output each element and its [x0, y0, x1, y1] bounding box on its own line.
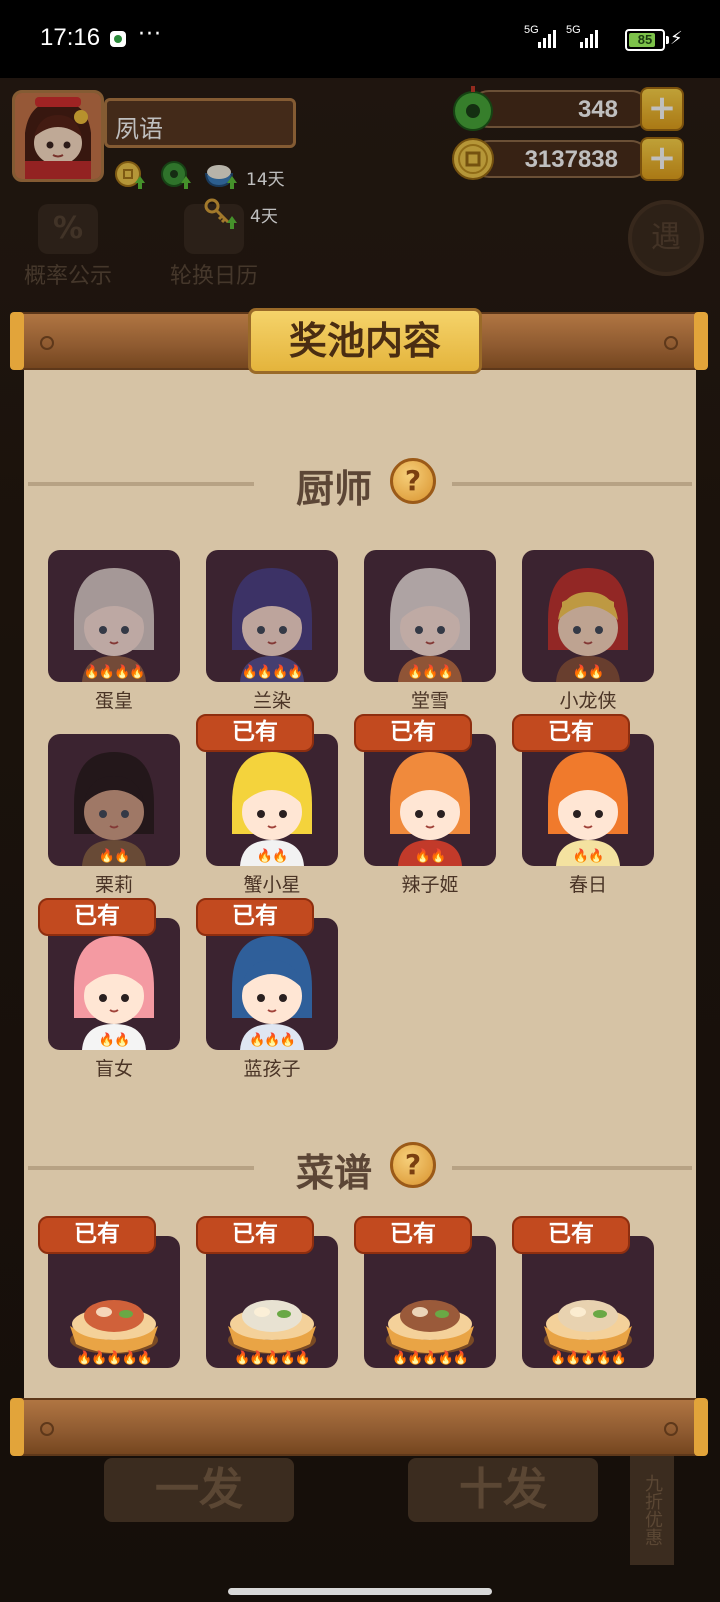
chef-card[interactable]: 🔥🔥: [48, 918, 180, 1050]
owned-badge: 已有: [38, 898, 156, 936]
rarity-stars: 🔥🔥🔥🔥🔥: [392, 1351, 469, 1366]
recipe-card[interactable]: 🔥🔥🔥🔥🔥: [48, 1236, 180, 1368]
rarity-stars: 🔥🔥🔥🔥🔥: [76, 1351, 153, 1366]
battery-level: 85: [637, 32, 653, 47]
status-bar: 17:16 ··· 5G 5G 85 ⚡: [0, 0, 720, 78]
chef-help-button[interactable]: ?: [390, 458, 436, 504]
rarity-stars: 🔥🔥: [98, 849, 130, 864]
divider-right: [452, 1166, 692, 1170]
more-notifications-icon: ···: [138, 22, 162, 47]
discount-tag: 九折优惠: [630, 1455, 674, 1565]
recipe-help-button[interactable]: ?: [390, 1142, 436, 1188]
chef-name: 小龙侠: [559, 690, 617, 712]
owned-badge: 已有: [196, 898, 314, 936]
modal-title: 奖池内容: [248, 308, 482, 374]
divider-left: [28, 482, 254, 486]
chef-name: 兰染: [252, 690, 291, 712]
rarity-stars: 🔥🔥: [256, 849, 288, 864]
chef-card[interactable]: 🔥🔥🔥🔥: [206, 550, 338, 682]
owned-badge: 已有: [512, 714, 630, 752]
chef-name: 蓝孩子: [243, 1058, 301, 1080]
chef-name: 堂雪: [410, 690, 449, 712]
owned-badge: 已有: [196, 1216, 314, 1254]
owned-badge: 已有: [196, 714, 314, 752]
network-type-2: 5G: [566, 24, 581, 36]
rarity-stars: 🔥🔥🔥🔥🔥: [234, 1351, 311, 1366]
chef-name: 蛋皇: [94, 690, 133, 712]
recipe-card[interactable]: 🔥🔥🔥🔥🔥: [522, 1236, 654, 1368]
rarity-stars: 🔥🔥🔥🔥: [241, 665, 304, 680]
rarity-stars: 🔥🔥🔥🔥: [83, 665, 146, 680]
rarity-stars: 🔥🔥🔥: [407, 665, 454, 680]
network-type-1: 5G: [524, 24, 539, 36]
chef-card[interactable]: 🔥🔥: [48, 734, 180, 866]
chef-card[interactable]: 🔥🔥: [522, 550, 654, 682]
rarity-stars: 🔥🔥: [572, 665, 604, 680]
chef-card[interactable]: 🔥🔥: [522, 734, 654, 866]
chef-card[interactable]: 🔥🔥: [206, 734, 338, 866]
status-time: 17:16: [40, 24, 101, 51]
signal-1-icon: 5G: [524, 24, 564, 48]
signal-2-icon: 5G: [566, 24, 606, 48]
recipe-card[interactable]: 🔥🔥🔥🔥🔥: [364, 1236, 496, 1368]
chef-name: 栗莉: [94, 874, 133, 896]
owned-badge: 已有: [354, 1216, 472, 1254]
rarity-stars: 🔥🔥: [98, 1033, 130, 1048]
chef-name: 辣子姬: [401, 874, 459, 896]
rarity-stars: 🔥🔥: [414, 849, 446, 864]
chef-name: 春日: [568, 874, 607, 896]
chef-card[interactable]: 🔥🔥: [364, 734, 496, 866]
home-indicator[interactable]: [228, 1588, 492, 1595]
recipe-section-title: 菜谱: [296, 1151, 373, 1195]
recipe-card[interactable]: 🔥🔥🔥🔥🔥: [206, 1236, 338, 1368]
chef-card[interactable]: 🔥🔥🔥: [206, 918, 338, 1050]
chef-section-title: 厨师: [296, 467, 373, 511]
rarity-stars: 🔥🔥🔥🔥🔥: [550, 1351, 627, 1366]
owned-badge: 已有: [354, 714, 472, 752]
scroll-bottom-rod: [10, 1398, 708, 1456]
divider-left: [28, 1166, 254, 1170]
ten-draw-button[interactable]: 十发: [408, 1458, 598, 1522]
rarity-stars: 🔥🔥🔥: [249, 1033, 296, 1048]
prize-pool-panel[interactable]: 厨师 ? 菜谱 ? 🔥🔥🔥🔥 蛋皇 🔥🔥🔥🔥 兰染 🔥🔥🔥 堂雪 🔥🔥 小龙侠 …: [24, 360, 696, 1406]
owned-badge: 已有: [38, 1216, 156, 1254]
chef-card[interactable]: 🔥🔥🔥🔥: [48, 550, 180, 682]
rarity-stars: 🔥🔥: [572, 849, 604, 864]
bolt-icon: ⚡: [670, 28, 683, 49]
single-draw-button[interactable]: 一发: [104, 1458, 294, 1522]
divider-right: [452, 482, 692, 486]
battery-icon: 85: [625, 29, 669, 51]
wechat-notification-icon: [110, 31, 126, 47]
owned-badge: 已有: [512, 1216, 630, 1254]
chef-name: 蟹小星: [243, 874, 301, 896]
chef-name: 盲女: [94, 1058, 133, 1080]
chef-card[interactable]: 🔥🔥🔥: [364, 550, 496, 682]
